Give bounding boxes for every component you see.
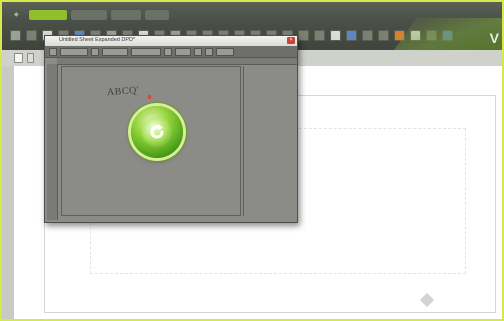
reload-icon: [142, 117, 172, 147]
menu-tab-5[interactable]: [173, 10, 199, 20]
tool-icon[interactable]: [330, 29, 341, 41]
dialog-tool-button[interactable]: [91, 47, 99, 56]
new-page-icon[interactable]: [14, 53, 23, 63]
left-gutter: [0, 66, 15, 321]
watermark: [419, 292, 486, 308]
menu-tab-3[interactable]: [110, 10, 141, 20]
menu-tab-7[interactable]: [233, 10, 261, 20]
tool-icon[interactable]: [10, 29, 21, 41]
menu-tab-1[interactable]: [28, 10, 67, 20]
menu-tab-6[interactable]: [203, 10, 229, 20]
menu-tab-9[interactable]: [301, 10, 329, 20]
dialog-toolbar: [45, 46, 297, 58]
dialog-tool-button[interactable]: [102, 47, 128, 56]
tool-icon[interactable]: [26, 29, 37, 41]
horizontal-ruler: [57, 58, 297, 65]
tool-icon[interactable]: [314, 29, 325, 41]
sheet-dialog[interactable]: Untitled Sheet Expanded DPD* × ABCQ': [44, 35, 298, 223]
dialog-tool-button[interactable]: [205, 47, 213, 56]
app-window: ◆ V Untitled Sheet Expanded DPD* × ABCQ': [0, 0, 504, 321]
dialog-tool-button[interactable]: [216, 47, 234, 56]
vertical-ruler: [47, 64, 58, 220]
dialog-tool-button[interactable]: [194, 47, 202, 56]
dialog-tool-button[interactable]: [175, 47, 191, 56]
tool-icon[interactable]: [298, 29, 309, 41]
close-icon[interactable]: ×: [287, 37, 295, 44]
tool-icon[interactable]: [346, 29, 357, 41]
menu-tab-2[interactable]: [70, 10, 107, 20]
app-menu-button[interactable]: ◆: [8, 10, 25, 20]
text-cursor: [148, 95, 151, 99]
dialog-tool-button[interactable]: [60, 47, 88, 56]
dialog-tool-button[interactable]: [164, 47, 172, 56]
tool-icon[interactable]: [362, 29, 373, 41]
reload-button[interactable]: [131, 106, 183, 158]
brand-logo: V: [489, 30, 500, 46]
menu-tab-8[interactable]: [265, 10, 297, 20]
watermark-logo-icon: [419, 292, 435, 308]
page-icon[interactable]: [27, 53, 34, 63]
brand-swoosh: [394, 18, 504, 50]
menu-tab-4[interactable]: [144, 10, 169, 20]
tool-icon[interactable]: [378, 29, 389, 41]
dialog-tool-button[interactable]: [49, 47, 57, 56]
dialog-side-panel: [243, 66, 296, 216]
sample-text[interactable]: ABCQ': [107, 85, 140, 98]
dialog-tool-button[interactable]: [131, 47, 161, 56]
dialog-title: Untitled Sheet Expanded DPD*: [59, 37, 136, 43]
